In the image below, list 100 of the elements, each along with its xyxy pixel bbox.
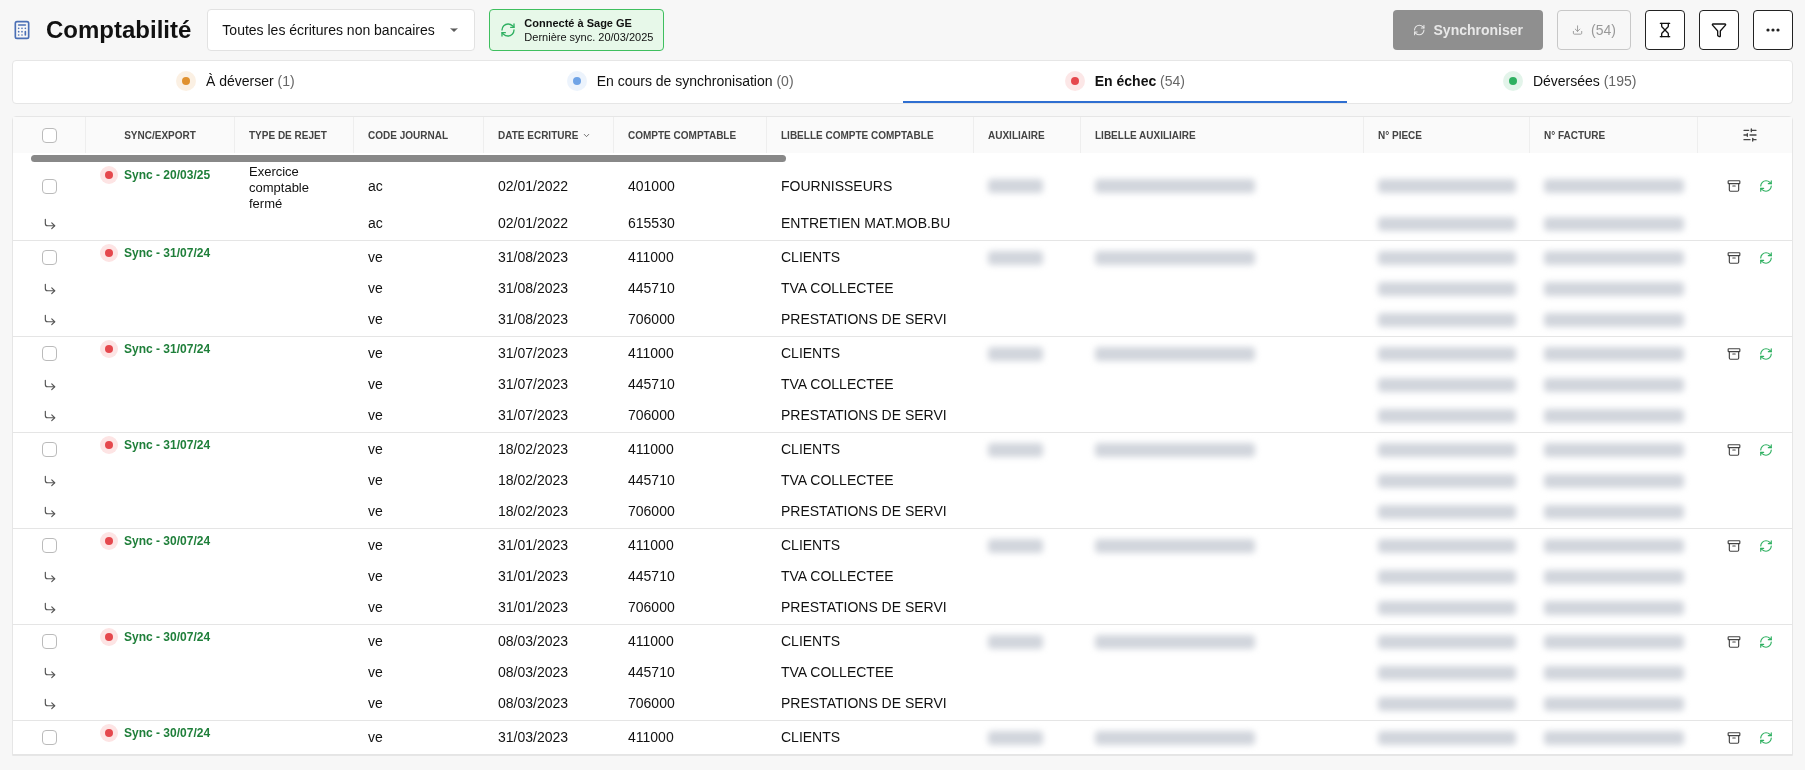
journal-code: ve: [368, 728, 383, 747]
sync-status: Sync - 31/07/24: [100, 244, 211, 262]
journal-code: ve: [368, 632, 383, 651]
entry-date: 08/03/2023: [498, 694, 569, 713]
account-number: 445710: [628, 279, 675, 298]
more-icon: [1766, 28, 1780, 32]
archive-icon[interactable]: [1726, 179, 1741, 193]
sync-icon[interactable]: [1758, 346, 1773, 361]
sync-icon: [500, 22, 517, 38]
row-checkbox[interactable]: [42, 538, 57, 553]
journal-code: ve: [368, 694, 383, 713]
child-line-icon: [42, 312, 57, 327]
download-icon: [1572, 23, 1584, 37]
column-header[interactable]: LIBELLE AUXILIAIRE: [1095, 127, 1196, 143]
account-number: 706000: [628, 598, 675, 617]
entry-date: 31/01/2023: [498, 567, 569, 586]
filter-select[interactable]: Toutes les écritures non bancaires: [207, 9, 476, 51]
account-number: 706000: [628, 406, 675, 425]
sync-icon[interactable]: [1758, 538, 1773, 553]
row-checkbox[interactable]: [42, 634, 57, 649]
account-number: 445710: [628, 471, 675, 490]
account-label: FOURNISSEURS: [781, 176, 893, 196]
archive-icon[interactable]: [1726, 634, 1741, 649]
column-header[interactable]: DATE ECRITURE: [498, 127, 592, 143]
journal-code: ve: [368, 279, 383, 298]
entry-date: 02/01/2022: [498, 214, 569, 233]
account-number: 411000: [628, 632, 674, 651]
filter-button[interactable]: [1699, 10, 1739, 50]
redacted-text: [988, 346, 1043, 361]
redacted-text: [988, 442, 1043, 457]
sync-icon[interactable]: [1758, 442, 1773, 457]
row-checkbox[interactable]: [42, 730, 57, 745]
page-title: Comptabilité: [46, 15, 192, 45]
row-checkbox[interactable]: [42, 250, 57, 265]
column-header[interactable]: COMPTE COMPTABLE: [628, 127, 737, 143]
status-tab[interactable]: En cours de synchronisation (0): [457, 61, 903, 103]
journal-code: ve: [368, 536, 383, 555]
account-number: 411000: [628, 344, 674, 363]
account-label: PRESTATIONS DE SERVI: [781, 406, 947, 425]
entry-date: 31/01/2023: [498, 598, 569, 617]
journal-code: ve: [368, 567, 383, 586]
account-number: 411000: [628, 248, 674, 267]
redacted-text: [988, 634, 1043, 649]
row-checkbox[interactable]: [42, 178, 57, 194]
entry-date: 18/02/2023: [498, 471, 569, 490]
archive-icon[interactable]: [1726, 730, 1741, 745]
entry-date: 02/01/2022: [498, 176, 569, 196]
account-label: PRESTATIONS DE SERVI: [781, 694, 947, 713]
entry-date: 31/08/2023: [498, 310, 569, 329]
pending-export-button[interactable]: [1645, 10, 1685, 50]
column-header[interactable]: CODE JOURNAL: [368, 127, 448, 143]
sync-status: Sync - 30/07/24: [100, 628, 211, 646]
sync-status: Sync - 20/03/25: [100, 166, 211, 184]
more-button[interactable]: [1753, 10, 1793, 50]
archive-icon[interactable]: [1726, 346, 1741, 361]
account-label: CLIENTS: [781, 632, 841, 651]
column-header[interactable]: N° PIECE: [1378, 127, 1422, 143]
status-tab[interactable]: En échec (54): [902, 61, 1348, 103]
sync-status: Sync - 31/07/24: [100, 340, 211, 358]
account-number: 706000: [628, 310, 675, 329]
status-tab[interactable]: Déversées (195): [1347, 61, 1792, 103]
redacted-text: [988, 179, 1043, 193]
child-line-icon: [42, 600, 57, 615]
column-settings-icon[interactable]: [1741, 127, 1758, 143]
sync-icon[interactable]: [1758, 730, 1773, 745]
column-header[interactable]: LIBELLE COMPTE COMPTABLE: [781, 127, 934, 143]
child-line-icon: [42, 473, 57, 488]
entry-date: 08/03/2023: [498, 663, 569, 682]
column-header[interactable]: TYPE DE REJET: [249, 127, 327, 143]
archive-icon[interactable]: [1726, 538, 1741, 553]
account-number: 411000: [628, 536, 674, 555]
column-header[interactable]: N° FACTURE: [1544, 127, 1606, 143]
entry-date: 31/07/2023: [498, 344, 569, 363]
column-header[interactable]: SYNC/EXPORT: [124, 127, 196, 143]
account-label: PRESTATIONS DE SERVI: [781, 598, 947, 617]
sync-icon[interactable]: [1758, 179, 1773, 193]
sync-status: Sync - 30/07/24: [100, 532, 211, 550]
account-label: TVA COLLECTEE: [781, 375, 894, 394]
status-tab[interactable]: À déverser (1): [13, 61, 458, 103]
entry-date: 31/08/2023: [498, 279, 569, 298]
account-number: 411000: [628, 728, 674, 747]
archive-icon[interactable]: [1726, 442, 1741, 457]
hourglass-icon: [1657, 22, 1673, 38]
entry-date: 31/07/2023: [498, 406, 569, 425]
row-checkbox[interactable]: [42, 442, 57, 457]
account-number: 615530: [628, 214, 675, 233]
select-all-checkbox[interactable]: [41, 127, 57, 143]
journal-code: ve: [368, 344, 383, 363]
journal-code: ve: [368, 663, 383, 682]
sync-icon[interactable]: [1758, 250, 1773, 265]
account-label: TVA COLLECTEE: [781, 567, 894, 586]
journal-code: ac: [368, 176, 383, 196]
sync-icon[interactable]: [1758, 634, 1773, 649]
row-checkbox[interactable]: [42, 346, 57, 361]
child-line-icon: [42, 569, 57, 584]
archive-icon[interactable]: [1726, 250, 1741, 265]
column-header[interactable]: AUXILIAIRE: [988, 127, 1045, 143]
account-label: TVA COLLECTEE: [781, 663, 894, 682]
account-number: 445710: [628, 663, 675, 682]
account-number: 706000: [628, 502, 675, 521]
